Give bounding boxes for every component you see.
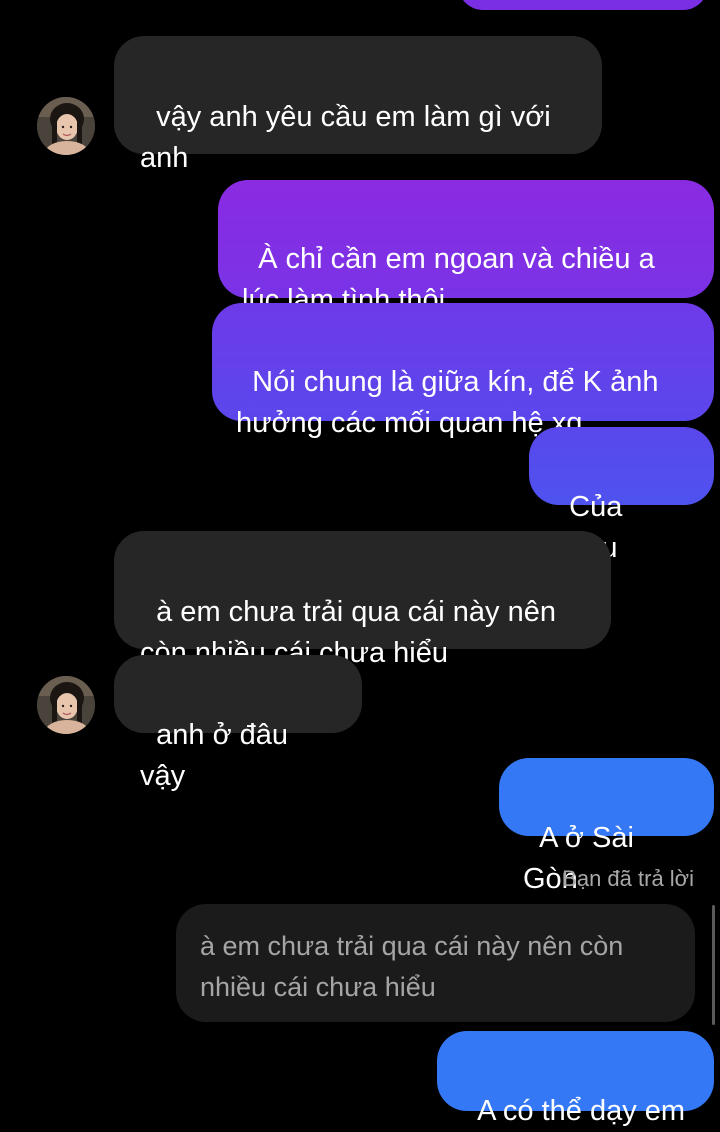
outgoing-message[interactable]: À chỉ cần em ngoan và chiều a lúc làm tì… <box>218 180 714 316</box>
incoming-message[interactable]: anh ở đâu vậy <box>114 655 362 792</box>
contact-avatar[interactable] <box>37 97 95 155</box>
scrollbar[interactable] <box>712 905 715 1025</box>
avatar-photo-icon <box>37 97 95 155</box>
incoming-message[interactable]: à em chưa trải qua cái này nên còn nhiều… <box>114 531 611 669</box>
message-text: vậy anh yêu cầu em làm gì với anh <box>140 101 551 174</box>
message-text: anh ở đâu vậy <box>140 719 297 792</box>
quoted-reply[interactable]: à em chưa trải qua cái này nên còn nhiều… <box>176 904 695 1022</box>
reply-label: Bạn đã trả lời <box>562 866 694 891</box>
avatar-photo-icon <box>37 676 95 734</box>
outgoing-message[interactable]: Của nhau <box>529 427 714 564</box>
quoted-text: à em chưa trải qua cái này nên còn nhiều… <box>200 931 624 1002</box>
outgoing-message[interactable]: Nói chung là giữa kín, để K ảnh hưởng cá… <box>212 303 714 439</box>
outgoing-message[interactable]: A ở Sài Gòn <box>499 758 714 895</box>
outgoing-message[interactable]: A có thể dạy em <box>437 1031 714 1127</box>
message-text: A có thể dạy em <box>477 1095 686 1127</box>
incoming-message[interactable]: vậy anh yêu cầu em làm gì với anh <box>114 36 602 174</box>
contact-avatar[interactable] <box>37 676 95 734</box>
outgoing-message-partial-top[interactable] <box>458 0 708 10</box>
